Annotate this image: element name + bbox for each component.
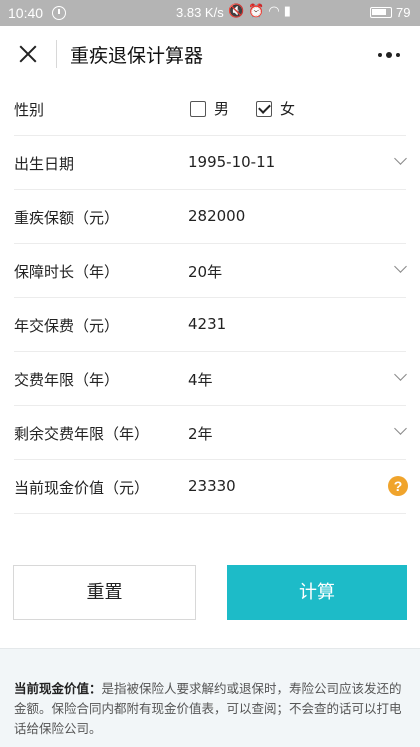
page-title: 重疾退保计算器: [70, 45, 204, 67]
cash-value-row: 当前现金价值（元） 23330 ?: [0, 460, 420, 514]
remaining-pay-years-value[interactable]: 2年: [188, 423, 213, 444]
more-icon[interactable]: [376, 50, 404, 60]
status-icons: 🔇⏰◠▮: [228, 4, 295, 19]
reset-button[interactable]: 重置: [13, 565, 196, 620]
chevron-down-icon[interactable]: [394, 262, 406, 274]
gender-option-male[interactable]: 男: [190, 98, 229, 119]
female-checkbox[interactable]: [256, 100, 272, 117]
wifi-icon: ◠: [268, 4, 284, 19]
pay-years-value[interactable]: 4年: [188, 369, 213, 390]
status-bar: 10:40 3.83 K/s 🔇⏰◠▮ 79: [0, 0, 420, 26]
calculator-form: 性别 男 女 出生日期 1995-10-11 重疾保额（元） 282000 保障…: [0, 82, 420, 514]
network-speed: 3.83 K/s: [176, 5, 224, 20]
alarm-icon: ⏰: [248, 4, 269, 19]
duration-row[interactable]: 保障时长（年） 20年: [0, 244, 420, 298]
coverage-label: 重疾保额（元）: [14, 209, 120, 227]
female-label: 女: [280, 100, 296, 118]
annual-premium-input[interactable]: 4231: [188, 315, 226, 333]
info-title: 当前现金价值：: [14, 681, 102, 696]
birth-date-label: 出生日期: [14, 155, 75, 173]
pay-years-row[interactable]: 交费年限（年） 4年: [0, 352, 420, 406]
duration-label: 保障时长（年）: [14, 263, 120, 281]
calculate-button[interactable]: 计算: [227, 565, 407, 620]
coverage-row: 重疾保额（元） 282000: [0, 190, 420, 244]
battery-level: 79: [396, 5, 411, 20]
cash-value-input[interactable]: 23330: [188, 477, 236, 495]
info-text: 当前现金价值：是指被保险人要求解约或退保时，寿险公司应该发还的金额。保险合同内都…: [14, 679, 404, 739]
mute-icon: 🔇: [228, 4, 249, 19]
gender-label: 性别: [14, 101, 45, 119]
remaining-pay-years-row[interactable]: 剩余交费年限（年） 2年: [0, 406, 420, 460]
help-icon[interactable]: ?: [388, 476, 408, 496]
status-time: 10:40: [8, 5, 44, 21]
chevron-down-icon[interactable]: [394, 370, 406, 382]
cash-value-label: 当前现金价值（元）: [14, 479, 150, 497]
annual-premium-label: 年交保费（元）: [14, 317, 120, 335]
battery-icon: [370, 7, 392, 18]
birth-date-value[interactable]: 1995-10-11: [188, 153, 275, 171]
nav-divider: [56, 40, 57, 68]
annual-premium-row: 年交保费（元） 4231: [0, 298, 420, 352]
pay-years-label: 交费年限（年）: [14, 371, 120, 389]
chevron-down-icon[interactable]: [394, 424, 406, 436]
remaining-pay-years-label: 剩余交费年限（年）: [14, 425, 150, 443]
coverage-input[interactable]: 282000: [188, 207, 245, 225]
gender-row: 性别 男 女: [0, 82, 420, 136]
nav-bar: 重疾退保计算器: [0, 26, 420, 82]
close-icon[interactable]: [14, 40, 42, 68]
clock-icon: [52, 6, 66, 20]
male-label: 男: [214, 100, 230, 118]
chevron-down-icon[interactable]: [394, 154, 406, 166]
male-checkbox[interactable]: [190, 100, 206, 117]
info-section: 当前现金价值：是指被保险人要求解约或退保时，寿险公司应该发还的金额。保险合同内都…: [0, 648, 420, 747]
signal-icon: ▮: [283, 4, 295, 19]
birth-date-row[interactable]: 出生日期 1995-10-11: [0, 136, 420, 190]
duration-value[interactable]: 20年: [188, 261, 222, 282]
gender-option-female[interactable]: 女: [256, 98, 295, 119]
